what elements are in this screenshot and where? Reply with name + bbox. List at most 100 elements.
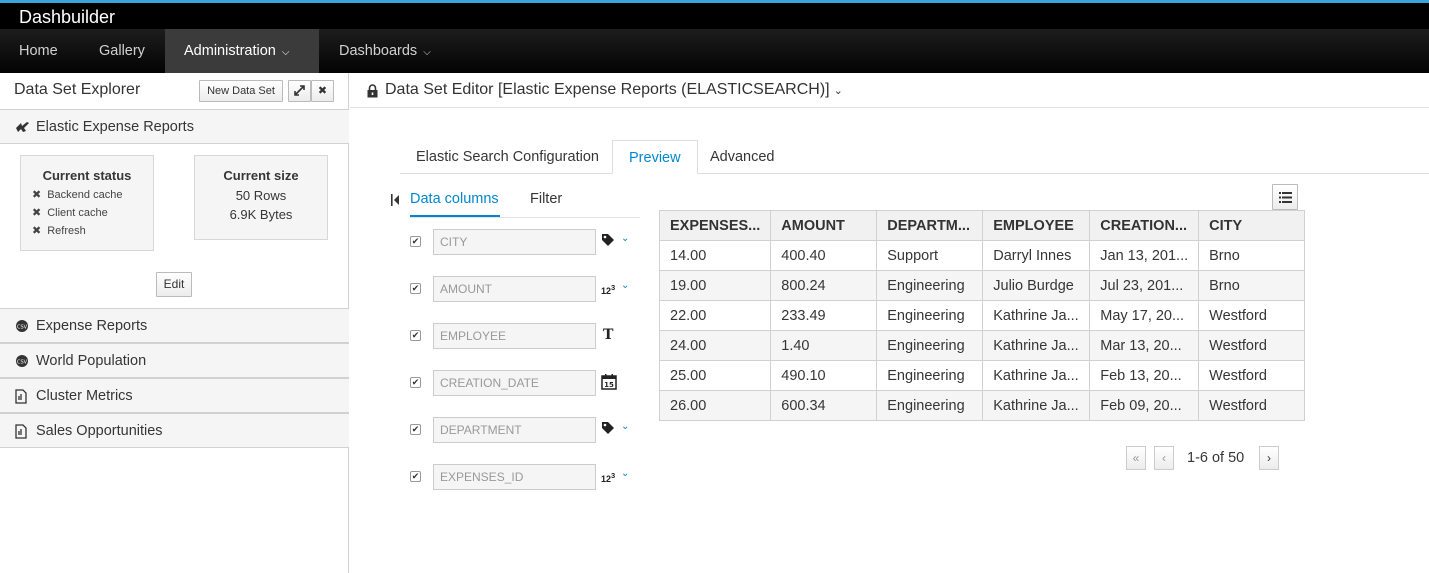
table-cell: Engineering bbox=[876, 360, 984, 391]
table-cell: Julio Burdge bbox=[982, 270, 1091, 301]
table-cell: Jul 23, 201... bbox=[1089, 270, 1200, 301]
column-name-field[interactable]: CREATION_DATE bbox=[433, 370, 596, 396]
table-cell: Westford bbox=[1198, 360, 1306, 391]
nav-administration[interactable]: Administration ⌵ bbox=[165, 29, 319, 73]
status-title: Current status bbox=[42, 168, 132, 183]
calendar-icon[interactable]: 15 bbox=[601, 374, 617, 393]
dataset-item-world-population[interactable]: CSV World Population bbox=[0, 343, 349, 378]
tab-elastic-search-configuration[interactable]: Elastic Search Configuration bbox=[400, 140, 615, 174]
top-bar: Dashbuilder bbox=[0, 0, 1429, 29]
number-icon[interactable]: 123 bbox=[601, 283, 615, 296]
collapse-left-icon[interactable] bbox=[391, 194, 400, 206]
number-icon[interactable]: 123 bbox=[601, 471, 615, 484]
nav-home-label: Home bbox=[19, 43, 58, 59]
column-checkbox[interactable]: ✔ bbox=[410, 283, 421, 294]
main-nav: Home Gallery Administration ⌵ Dashboards ⌵ bbox=[0, 29, 1429, 73]
explorer-title: Data Set Explorer bbox=[14, 81, 141, 98]
table-row[interactable]: 19.00 800.24 Engineering Julio Burdge Jul 23… bbox=[658, 270, 1306, 301]
subtab-filter[interactable]: Filter bbox=[530, 191, 562, 207]
table-cell: Kathrine Ja... bbox=[982, 360, 1091, 391]
data-set-editor: Data Set Editor [Elastic Expense Reports… bbox=[350, 73, 1429, 573]
table-cell: Westford bbox=[1198, 300, 1306, 331]
chevron-down-icon[interactable]: ⌄ bbox=[621, 233, 629, 244]
dataset-label: Expense Reports bbox=[36, 318, 148, 334]
csv-icon: CSV bbox=[15, 354, 29, 368]
chevron-down-icon[interactable]: ⌄ bbox=[621, 421, 629, 432]
chevron-down-icon[interactable]: ⌄ bbox=[621, 280, 629, 291]
label-icon[interactable] bbox=[601, 233, 615, 250]
table-cell: 490.10 bbox=[770, 360, 878, 391]
svg-text:CSV: CSV bbox=[17, 360, 28, 366]
lock-icon[interactable] bbox=[366, 84, 379, 98]
column-checkbox[interactable]: ✔ bbox=[410, 377, 421, 388]
subtab-divider bbox=[410, 217, 640, 218]
column-name-field[interactable]: CITY bbox=[433, 229, 596, 255]
status-refresh: ✖ Refresh bbox=[32, 222, 153, 240]
table-header[interactable]: CITY bbox=[1198, 210, 1306, 241]
nav-gallery-label: Gallery bbox=[99, 43, 145, 59]
status-item-label: Client cache bbox=[47, 207, 108, 219]
column-name-field[interactable]: EMPLOYEE bbox=[433, 323, 596, 349]
pager-next-button[interactable]: › bbox=[1259, 446, 1279, 470]
tab-advanced[interactable]: Advanced bbox=[694, 140, 791, 174]
column-name-field[interactable]: EXPENSES_ID bbox=[433, 464, 596, 490]
label-icon[interactable] bbox=[601, 421, 615, 438]
table-cell: Jan 13, 201... bbox=[1089, 240, 1200, 271]
expand-button[interactable] bbox=[288, 80, 311, 102]
close-button[interactable]: ✖ bbox=[311, 80, 334, 102]
table-cell: 1.40 bbox=[770, 330, 878, 361]
dataset-item-elastic-expense-reports[interactable]: Elastic Expense Reports bbox=[0, 109, 349, 144]
table-header[interactable]: AMOUNT bbox=[770, 210, 878, 241]
tab-preview[interactable]: Preview bbox=[612, 140, 698, 174]
pager-prev-button[interactable]: ‹ bbox=[1154, 446, 1174, 470]
app-brand[interactable]: Dashbuilder bbox=[19, 7, 115, 28]
size-rows: 50 Rows bbox=[235, 188, 287, 203]
column-checkbox[interactable]: ✔ bbox=[410, 236, 421, 247]
column-name-field[interactable]: AMOUNT bbox=[433, 276, 596, 302]
table-cell: Brno bbox=[1198, 270, 1306, 301]
nav-gallery[interactable]: Gallery bbox=[80, 29, 164, 73]
column-checkbox[interactable]: ✔ bbox=[410, 330, 421, 341]
subtab-active-underline bbox=[410, 215, 500, 217]
chevron-down-icon: ⌄ bbox=[833, 85, 843, 97]
list-icon bbox=[1279, 192, 1292, 203]
pager-first-button[interactable]: « bbox=[1126, 446, 1146, 470]
table-cell: Brno bbox=[1198, 240, 1306, 271]
table-row[interactable]: 25.00 490.10 Engineering Kathrine Ja... Feb … bbox=[658, 360, 1306, 391]
dataset-item-sales-opportunities[interactable]: Sales Opportunities bbox=[0, 413, 349, 448]
table-cell: 19.00 bbox=[658, 270, 772, 301]
editor-title[interactable]: Data Set Editor [Elastic Expense Reports… bbox=[385, 81, 843, 99]
dataset-item-cluster-metrics[interactable]: Cluster Metrics bbox=[0, 378, 349, 413]
column-name-field[interactable]: DEPARTMENT bbox=[433, 417, 596, 443]
table-row[interactable]: 26.00 600.34 Engineering Kathrine Ja... Feb … bbox=[658, 390, 1306, 421]
text-icon[interactable]: T bbox=[603, 327, 613, 343]
chevron-down-icon[interactable]: ⌄ bbox=[621, 468, 629, 479]
dataset-item-expense-reports[interactable]: CSV Expense Reports bbox=[0, 308, 349, 343]
subtab-data-columns[interactable]: Data columns bbox=[410, 191, 499, 207]
table-header[interactable]: CREATION... bbox=[1089, 210, 1200, 241]
status-backend-cache: ✖ Backend cache bbox=[32, 186, 153, 204]
table-header[interactable]: EXPENSES... bbox=[658, 210, 772, 241]
column-list-button[interactable] bbox=[1272, 184, 1298, 210]
new-data-set-button[interactable]: New Data Set bbox=[199, 80, 283, 102]
table-row[interactable]: 22.00 233.49 Engineering Kathrine Ja... May … bbox=[658, 300, 1306, 331]
table-cell: 25.00 bbox=[658, 360, 772, 391]
table-cell: Kathrine Ja... bbox=[982, 390, 1091, 421]
dataset-label: Cluster Metrics bbox=[36, 388, 133, 404]
column-checkbox[interactable]: ✔ bbox=[410, 424, 421, 435]
preview-table: EXPENSES... AMOUNT DEPARTM... EMPLOYEE C… bbox=[658, 210, 1306, 421]
edit-button[interactable]: Edit bbox=[156, 272, 192, 297]
table-row[interactable]: 24.00 1.40 Engineering Kathrine Ja... Mar 13… bbox=[658, 330, 1306, 361]
table-cell: Kathrine Ja... bbox=[982, 330, 1091, 361]
table-cell: Kathrine Ja... bbox=[982, 300, 1091, 331]
nav-dashboards[interactable]: Dashboards ⌵ bbox=[320, 29, 450, 73]
nav-administration-label: Administration bbox=[184, 43, 276, 59]
table-header[interactable]: EMPLOYEE bbox=[982, 210, 1091, 241]
current-size-box: Current size 50 Rows 6.9K Bytes bbox=[194, 155, 328, 240]
column-checkbox[interactable]: ✔ bbox=[410, 471, 421, 482]
table-row[interactable]: 14.00 400.40 Support Darryl Innes Jan 13, 20… bbox=[658, 240, 1306, 271]
nav-home[interactable]: Home bbox=[0, 29, 77, 73]
table-header[interactable]: DEPARTM... bbox=[876, 210, 984, 241]
pager-status: 1-6 of 50 bbox=[1187, 450, 1245, 466]
table-cell: 26.00 bbox=[658, 390, 772, 421]
